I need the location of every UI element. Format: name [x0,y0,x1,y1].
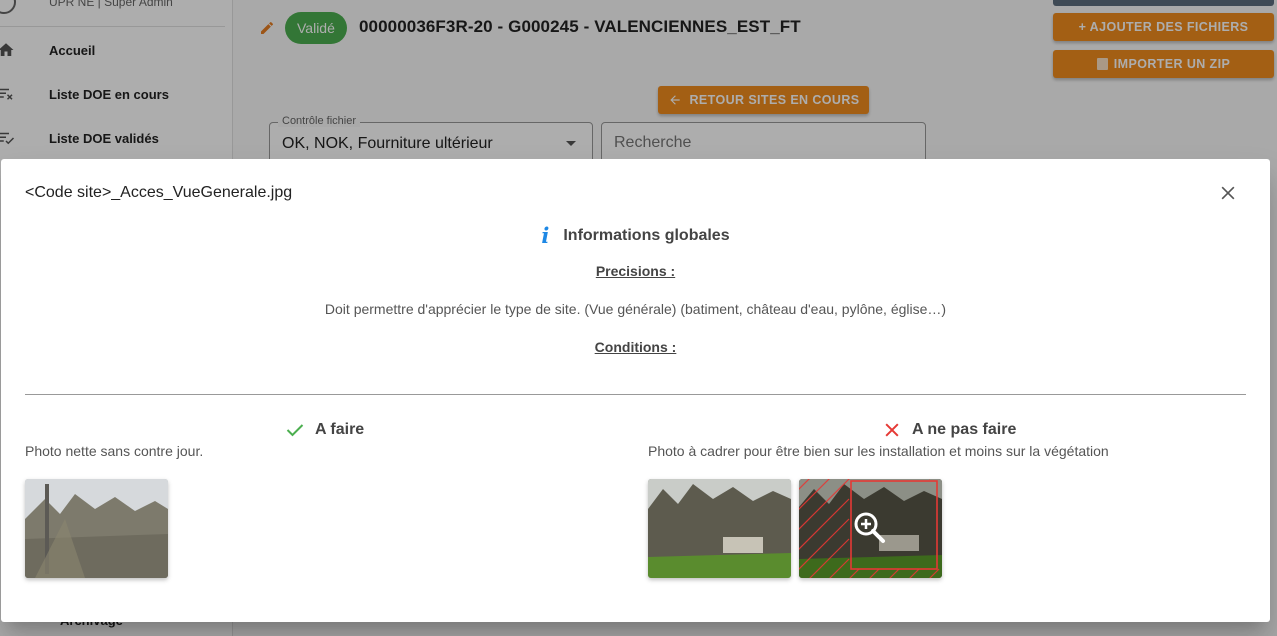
check-icon [286,424,304,437]
dont-example-photo[interactable] [648,479,791,578]
dont-label: A ne pas faire [912,421,1017,438]
info-header: i Informations globales [1,223,1270,248]
info-title: Informations globales [563,226,730,244]
conditions-label: Conditions : [594,339,677,355]
do-header: A faire [285,420,364,440]
close-icon[interactable] [1218,183,1238,203]
dont-description: Photo à cadrer pour être bien sur les in… [648,443,1109,459]
dont-header: A ne pas faire [882,420,1016,440]
precisions-text: Doit permettre d'apprécier le type de si… [324,301,947,317]
photo-guidelines-dialog: <Code site>_Acces_VueGenerale.jpg i Info… [1,159,1270,622]
section-divider [25,394,1246,395]
do-label: A faire [315,421,365,438]
do-description: Photo nette sans contre jour. [25,443,204,459]
precisions-label: Precisions : [595,263,676,279]
do-example-photo[interactable] [25,479,168,578]
dialog-title: <Code site>_Acces_VueGenerale.jpg [25,184,293,201]
info-icon: i [541,223,550,248]
close-red-icon [885,423,899,437]
dont-annotated-photo[interactable] [799,479,942,578]
